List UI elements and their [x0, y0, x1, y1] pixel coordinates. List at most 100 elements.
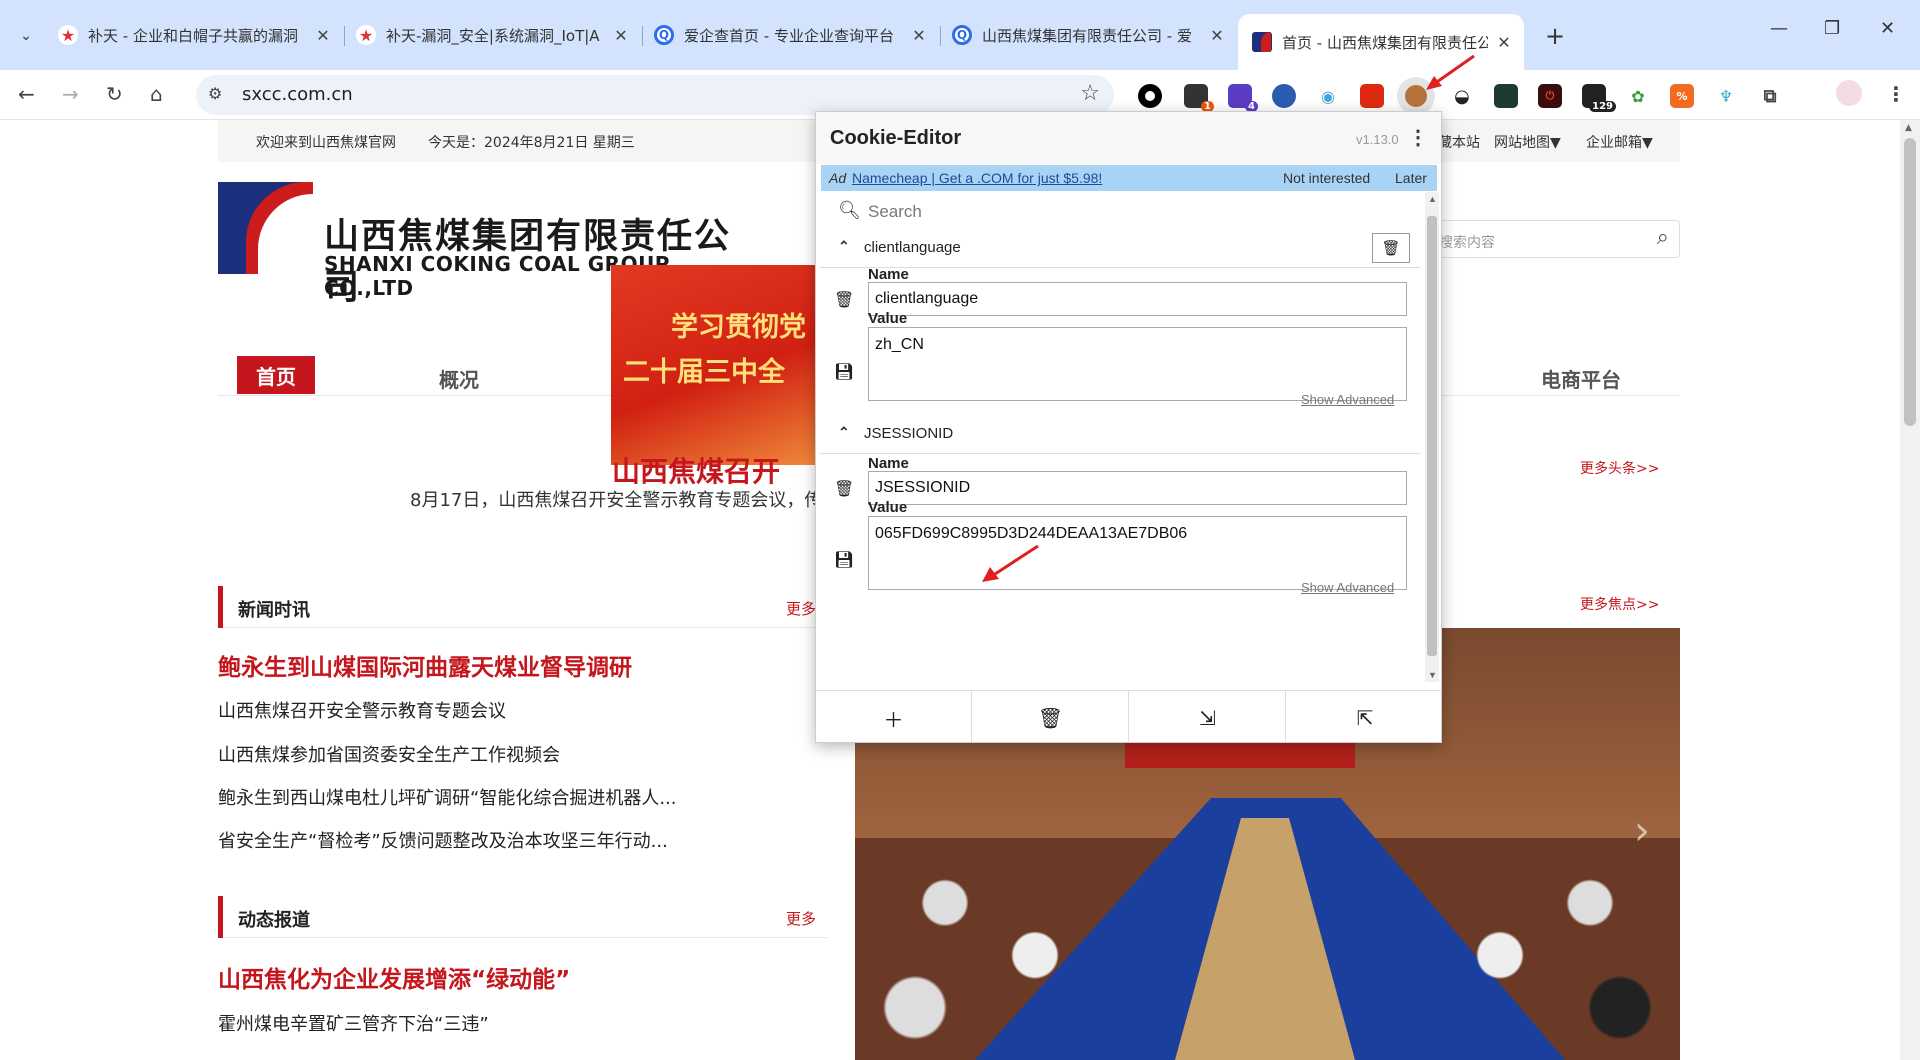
- minimize-icon[interactable]: —: [1770, 18, 1788, 39]
- back-icon[interactable]: ←: [18, 82, 35, 106]
- popup-menu-icon[interactable]: ⋮: [1408, 125, 1428, 150]
- scroll-down-icon[interactable]: ▼: [1428, 670, 1437, 680]
- news-list-item[interactable]: 山西焦煤参加省国资委安全生产工作视频会: [218, 741, 560, 767]
- scroll-up-icon[interactable]: ▲: [1428, 194, 1437, 204]
- more-headlines-link[interactable]: 更多头条>>: [1580, 458, 1659, 478]
- extension-hex-icon[interactable]: 4: [1228, 84, 1258, 112]
- tab-close-icon[interactable]: ✕: [1207, 26, 1227, 45]
- extension-fish-icon[interactable]: [1272, 84, 1296, 108]
- extension-hat-icon[interactable]: ◒: [1450, 84, 1474, 108]
- scroll-up-icon[interactable]: ▲: [1905, 123, 1912, 133]
- cookie-value-field[interactable]: 065FD699C8995D3D244DEAA13AE7DB06: [868, 516, 1407, 590]
- bookmark-site-link[interactable]: 藏本站: [1438, 132, 1480, 152]
- extension-terminal-icon[interactable]: [1494, 84, 1518, 108]
- dynamic-more-link[interactable]: 更多: [786, 908, 816, 929]
- restore-icon[interactable]: ❐: [1824, 18, 1840, 39]
- delete-cookie-button[interactable]: 🗑︎: [1372, 233, 1410, 263]
- new-tab-plus-icon[interactable]: +: [1545, 22, 1565, 50]
- tab-aiqicha-1[interactable]: Q 爱企查首页 - 专业企业查询平台 ✕: [654, 20, 929, 50]
- delete-trash-icon[interactable]: 🗑︎: [834, 479, 854, 499]
- url-text[interactable]: sxcc.com.cn: [242, 84, 353, 105]
- tab-close-icon[interactable]: ✕: [1494, 33, 1514, 52]
- popup-footer: ＋ 🗑︎ ⇲ ⇱: [816, 690, 1441, 742]
- carousel-next-icon[interactable]: ›: [1634, 808, 1650, 854]
- page-scroll-thumb[interactable]: [1904, 138, 1916, 426]
- site-search-placeholder[interactable]: 搜索内容: [1439, 232, 1495, 252]
- tab-close-icon[interactable]: ✕: [611, 26, 631, 45]
- ad-link[interactable]: Namecheap | Get a .COM for just $5.98!: [852, 170, 1102, 186]
- butian-star-icon: ★: [58, 25, 78, 45]
- search-icon[interactable]: ⌕: [1657, 225, 1669, 250]
- more-focus-link[interactable]: 更多焦点>>: [1580, 594, 1659, 614]
- enterprise-mail-link[interactable]: 企业邮箱▼: [1586, 132, 1653, 152]
- news-list-item[interactable]: 山西焦煤召开安全警示教育专题会议: [218, 697, 506, 723]
- chevron-up-icon[interactable]: ⌃: [838, 238, 850, 255]
- news-lead-item[interactable]: 鲍永生到山煤国际河曲露天煤业督导调研: [218, 648, 632, 682]
- ad-not-interested-button[interactable]: Not interested: [1283, 170, 1370, 186]
- extension-cube-icon[interactable]: 1: [1184, 84, 1214, 112]
- dynamic-lead-item[interactable]: 山西焦化为企业发展增添“绿动能”: [218, 960, 570, 994]
- promo-banner[interactable]: 学习贯彻党 二十届三中全: [611, 265, 821, 465]
- nav-ecommerce[interactable]: 电商平台: [1541, 364, 1621, 393]
- extension-medal-icon[interactable]: ♆: [1714, 84, 1738, 108]
- extension-percent-icon[interactable]: %: [1670, 84, 1694, 108]
- address-bar[interactable]: ⚙ sxcc.com.cn ☆: [196, 75, 1114, 115]
- extensions-puzzle-icon[interactable]: ⧉: [1758, 84, 1782, 108]
- profile-avatar[interactable]: [1836, 80, 1862, 106]
- bookmark-star-icon[interactable]: ☆: [1080, 81, 1100, 106]
- cookie-header-jsessionid[interactable]: ⌃ JSESSIONID: [820, 414, 1420, 454]
- extension-power-icon[interactable]: ⏻: [1538, 84, 1562, 108]
- news-more-link[interactable]: 更多: [786, 598, 816, 619]
- forward-icon[interactable]: →: [62, 82, 79, 106]
- dynamic-list-item[interactable]: 霍州煤电辛置矿三管齐下治“三违”: [218, 1010, 489, 1036]
- tab-aiqicha-2[interactable]: Q 山西焦煤集团有限责任公司 - 爱 ✕: [952, 20, 1227, 50]
- cookie-name-field[interactable]: JSESSIONID: [868, 471, 1407, 505]
- tab-close-icon[interactable]: ✕: [909, 26, 929, 45]
- tab-close-icon[interactable]: ✕: [313, 26, 333, 45]
- extension-wrench-icon[interactable]: ✿: [1626, 84, 1650, 108]
- nav-home[interactable]: 首页: [237, 356, 315, 394]
- tab-divider: [940, 26, 941, 46]
- site-search-box[interactable]: 搜索内容 ⌕: [1420, 220, 1680, 258]
- popup-scroll-thumb[interactable]: [1427, 216, 1437, 656]
- cookie-name-field[interactable]: clientlanguage: [868, 282, 1407, 316]
- extension-flag-icon[interactable]: [1360, 84, 1384, 108]
- popup-scrollbar[interactable]: ▲ ▼: [1425, 192, 1439, 682]
- import-cookies-button[interactable]: ⇲: [1130, 691, 1286, 742]
- extension-circle-icon[interactable]: [1138, 84, 1162, 108]
- tab-search-button[interactable]: ⌄: [12, 22, 40, 50]
- export-cookies-button[interactable]: ⇱: [1287, 691, 1441, 742]
- nav-overview[interactable]: 概况: [439, 364, 479, 393]
- news-list-item[interactable]: 鲍永生到西山煤电杜儿坪矿调研“智能化综合掘进机器人...: [218, 784, 677, 810]
- close-window-icon[interactable]: ✕: [1880, 18, 1895, 39]
- browser-menu-icon[interactable]: ⋮: [1886, 82, 1906, 106]
- tab-butian-2[interactable]: ★ 补天-漏洞_安全|系统漏洞_IoT|A ✕: [356, 20, 631, 50]
- cookie-header-clientlanguage[interactable]: ⌃ clientlanguage 🗑︎: [820, 228, 1420, 268]
- sitemap-link[interactable]: 网站地图▼: [1494, 132, 1561, 152]
- extension-eye-icon[interactable]: ◉: [1316, 84, 1340, 108]
- save-cookie-icon[interactable]: 💾︎: [834, 362, 854, 382]
- cookie-editor-extension-icon[interactable]: [1397, 77, 1435, 115]
- cookie-search[interactable]: 🔍︎ Search: [820, 192, 1420, 232]
- reload-icon[interactable]: ↻: [106, 82, 123, 106]
- tab-sxcc-active[interactable]: 首页 - 山西焦煤集团有限责任公 ✕: [1238, 14, 1524, 70]
- popup-title: Cookie-Editor: [830, 127, 962, 149]
- headline-title[interactable]: 山西焦煤召开: [612, 450, 780, 490]
- show-advanced-link[interactable]: Show Advanced: [1301, 392, 1394, 407]
- page-scrollbar[interactable]: ▲: [1900, 120, 1920, 1060]
- cookie-search-input[interactable]: Search: [868, 202, 922, 222]
- tab-butian-1[interactable]: ★ 补天 - 企业和白帽子共赢的漏洞 ✕: [58, 20, 333, 50]
- add-cookie-button[interactable]: ＋: [816, 691, 972, 742]
- show-advanced-link[interactable]: Show Advanced: [1301, 580, 1394, 595]
- delete-all-cookies-button[interactable]: 🗑︎: [973, 691, 1129, 742]
- delete-trash-icon[interactable]: 🗑︎: [834, 290, 854, 310]
- ad-later-button[interactable]: Later: [1395, 170, 1427, 186]
- site-logo[interactable]: 山西焦煤集团有限责任公司 SHANXI COKING COAL GROUP CO…: [218, 182, 758, 308]
- news-list-item[interactable]: 省安全生产“督检考”反馈问题整改及治本攻坚三年行动...: [218, 827, 668, 853]
- cookie-value-field[interactable]: zh_CN: [868, 327, 1407, 401]
- extension-counter-icon[interactable]: 129: [1582, 84, 1616, 112]
- home-icon[interactable]: ⌂: [150, 82, 163, 106]
- site-info-icon[interactable]: ⚙: [208, 84, 222, 103]
- chevron-up-icon[interactable]: ⌃: [838, 424, 850, 441]
- save-cookie-icon[interactable]: 💾︎: [834, 550, 854, 570]
